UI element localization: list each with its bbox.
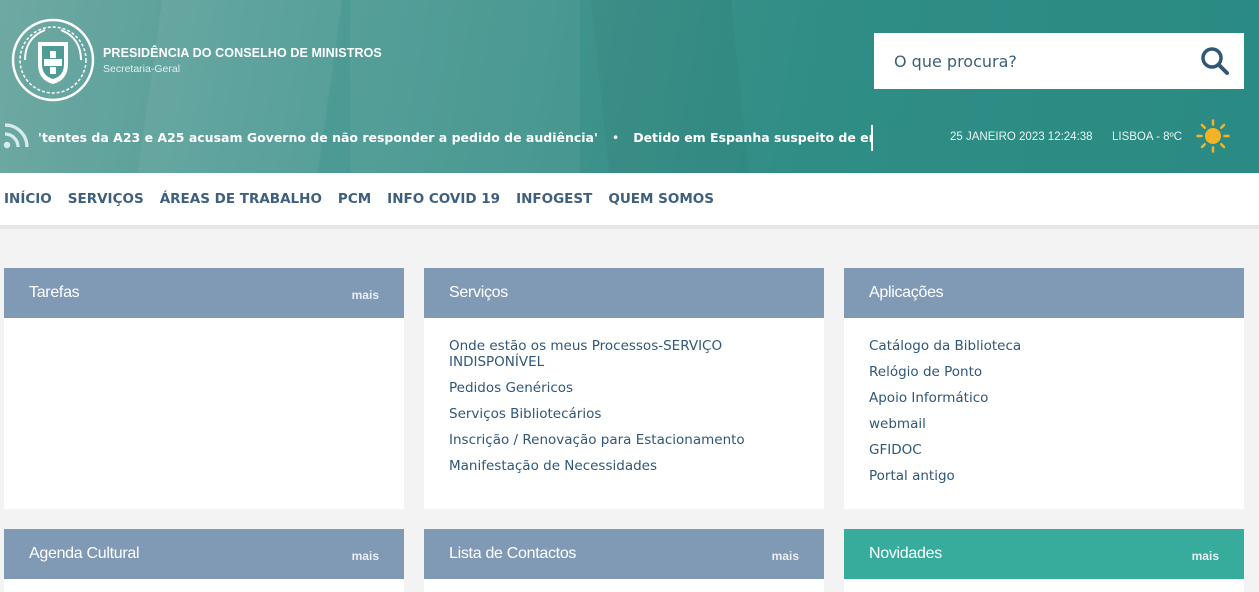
panel-body: Onde estão os meus Processos-SERVIÇO IND…	[424, 318, 824, 504]
nav-item-pcm[interactable]: PCM	[338, 191, 371, 207]
nav-item-servicos[interactable]: SERVIÇOS	[68, 191, 144, 207]
panel-title: Novidades	[869, 545, 942, 562]
service-link-processos[interactable]: Onde estão os meus Processos-SERVIÇO IND…	[449, 338, 799, 370]
ticker-item[interactable]: Detido em Espanha suspeito de enviar car…	[633, 130, 873, 145]
panel-servicos: Serviços Onde estão os meus Processos-SE…	[424, 268, 824, 509]
ticker-caret	[871, 125, 873, 151]
ticker-separator: •	[611, 130, 620, 145]
panel-body	[4, 318, 404, 358]
panel-title: Lista de Contactos	[449, 545, 577, 562]
nav-item-infogest[interactable]: INFOGEST	[516, 191, 592, 207]
app-link-webmail[interactable]: webmail	[869, 416, 1219, 432]
weather-location: LISBOA - 8ºC	[1112, 131, 1183, 143]
panel-header: Serviços	[424, 268, 824, 318]
panel-body: Catálogo da Biblioteca Relógio de Ponto …	[844, 318, 1244, 514]
organization-subtitle: Secretaria-Geral	[103, 63, 181, 75]
panel-title: Aplicações	[869, 284, 944, 301]
search-icon[interactable]	[1200, 46, 1230, 76]
panel-agenda-cultural: Agenda Cultural mais	[4, 529, 404, 592]
panel-header: Tarefas mais	[4, 268, 404, 318]
panel-aplicacoes: Aplicações Catálogo da Biblioteca Relógi…	[844, 268, 1244, 509]
app-link-gfidoc[interactable]: GFIDOC	[869, 442, 1219, 458]
site-header: PRESIDÊNCIA DO CONSELHO DE MINISTROS Sec…	[0, 0, 1259, 173]
service-link-pedidos-genericos[interactable]: Pedidos Genéricos	[449, 380, 799, 396]
sun-icon	[1196, 119, 1230, 153]
app-link-relogio[interactable]: Relógio de Ponto	[869, 364, 1219, 380]
coat-of-arms-logo[interactable]	[11, 18, 95, 102]
organization-title: PRESIDÊNCIA DO CONSELHO DE MINISTROS	[103, 46, 382, 60]
nav-item-info-covid[interactable]: INFO COVID 19	[387, 191, 500, 207]
nav-item-inicio[interactable]: INÍCIO	[4, 191, 52, 207]
more-link[interactable]: mais	[772, 549, 799, 563]
app-link-apoio[interactable]: Apoio Informático	[869, 390, 1219, 406]
search-box	[874, 33, 1244, 89]
panel-title: Tarefas	[29, 284, 80, 301]
service-link-necessidades[interactable]: Manifestação de Necessidades	[449, 458, 799, 474]
news-ticker[interactable]: 'tentes da A23 e A25 acusam Governo de n…	[38, 126, 873, 150]
panel-header: Aplicações	[844, 268, 1244, 318]
main-navigation: INÍCIO SERVIÇOS ÁREAS DE TRABALHO PCM IN…	[0, 173, 1259, 229]
nav-item-areas-de-trabalho[interactable]: ÁREAS DE TRABALHO	[160, 191, 322, 207]
panel-header: Novidades mais	[844, 529, 1244, 579]
panel-header: Agenda Cultural mais	[4, 529, 404, 579]
panel-title: Agenda Cultural	[29, 545, 140, 562]
more-link[interactable]: mais	[352, 288, 379, 302]
panel-title: Serviços	[449, 284, 508, 301]
search-input[interactable]	[874, 33, 1194, 89]
rss-icon[interactable]	[3, 123, 29, 149]
panel-novidades: Novidades mais	[844, 529, 1244, 592]
current-datetime: 25 JANEIRO 2023 12:24:38	[950, 131, 1093, 143]
app-link-portal-antigo[interactable]: Portal antigo	[869, 468, 1219, 484]
more-link[interactable]: mais	[352, 549, 379, 563]
service-link-estacionamento[interactable]: Inscrição / Renovação para Estacionament…	[449, 432, 799, 448]
app-link-catalogo[interactable]: Catálogo da Biblioteca	[869, 338, 1219, 354]
panel-header: Lista de Contactos mais	[424, 529, 824, 579]
panel-tarefas: Tarefas mais	[4, 268, 404, 509]
nav-item-quem-somos[interactable]: QUEM SOMOS	[608, 191, 714, 207]
ticker-item[interactable]: 'tentes da A23 e A25 acusam Governo de n…	[38, 130, 598, 145]
service-link-servicos-bibliotecarios[interactable]: Serviços Bibliotecários	[449, 406, 799, 422]
more-link[interactable]: mais	[1192, 549, 1219, 563]
panel-lista-contactos: Lista de Contactos mais	[424, 529, 824, 592]
